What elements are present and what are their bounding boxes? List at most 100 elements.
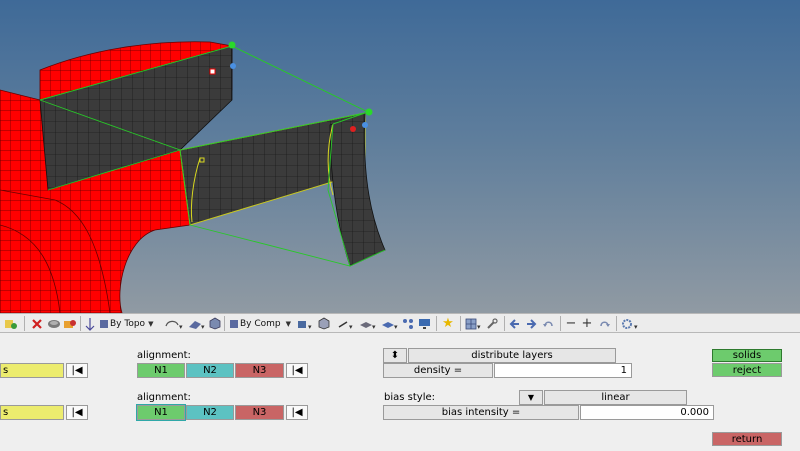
reject-label: reject bbox=[732, 364, 762, 376]
comp-select-label: By Comp bbox=[240, 318, 281, 329]
svg-text:▾: ▾ bbox=[477, 323, 481, 330]
zoom-in-icon[interactable]: + bbox=[580, 316, 594, 331]
mask-icon[interactable] bbox=[46, 316, 62, 331]
nodes-icon[interactable] bbox=[400, 316, 416, 331]
graphics-viewport[interactable] bbox=[0, 0, 800, 313]
svg-text:▾: ▾ bbox=[349, 323, 353, 330]
bias-style-select[interactable]: linear bbox=[544, 390, 687, 405]
element-display-icon[interactable]: ▾ bbox=[295, 316, 315, 331]
zoom-out-icon[interactable]: − bbox=[564, 316, 578, 331]
chevron-down-icon: ▼ bbox=[285, 319, 292, 328]
bias-intensity-field[interactable]: 0.000 bbox=[580, 405, 714, 420]
reset-2-button[interactable]: |◀ bbox=[66, 405, 88, 420]
settings-icon[interactable]: ▾ bbox=[620, 316, 642, 331]
monitor-icon[interactable] bbox=[416, 316, 432, 331]
delete-icon[interactable] bbox=[30, 316, 44, 331]
n2-label: N2 bbox=[203, 365, 217, 376]
alignment-label-2: alignment: bbox=[137, 392, 191, 403]
find-icon[interactable] bbox=[62, 316, 78, 331]
wrench-icon[interactable] bbox=[484, 316, 500, 331]
reset-icon: |◀ bbox=[71, 407, 83, 418]
n3-button-2[interactable]: N3 bbox=[235, 405, 284, 420]
source-selector-label: s bbox=[3, 365, 9, 376]
node-handle-red[interactable] bbox=[350, 126, 356, 132]
line-icon[interactable]: ▾ bbox=[336, 316, 356, 331]
reset-alignment-2-button[interactable]: |◀ bbox=[286, 405, 308, 420]
shaded-view-icon[interactable]: ▾ bbox=[186, 316, 206, 331]
n3-button-1[interactable]: N3 bbox=[235, 363, 284, 378]
chevron-down-icon: ▼ bbox=[527, 393, 535, 402]
mesh-model bbox=[0, 41, 386, 313]
reset-icon: |◀ bbox=[71, 365, 83, 376]
svg-text:▾: ▾ bbox=[634, 323, 638, 330]
density-field[interactable]: 1 bbox=[494, 363, 632, 378]
source-selector-label: s bbox=[3, 407, 9, 418]
forward-arrow-icon[interactable] bbox=[524, 316, 538, 331]
distribute-layers-button[interactable]: distribute layers bbox=[408, 348, 616, 363]
n1-label: N1 bbox=[154, 365, 168, 376]
svg-text:▾: ▾ bbox=[394, 323, 398, 330]
n1-button-1[interactable]: N1 bbox=[137, 363, 185, 378]
distribute-layers-label: distribute layers bbox=[471, 350, 553, 361]
surface-icon[interactable]: ▾ bbox=[380, 316, 400, 331]
return-button[interactable]: return bbox=[712, 432, 782, 446]
redo-icon[interactable] bbox=[596, 316, 612, 331]
reset-alignment-1-button[interactable]: |◀ bbox=[286, 363, 308, 378]
svg-text:▾: ▾ bbox=[308, 323, 312, 330]
node-handle-blue[interactable] bbox=[362, 122, 368, 128]
node-handle-green[interactable] bbox=[365, 108, 373, 116]
solids-label: solids bbox=[732, 350, 762, 361]
node-handle-green[interactable] bbox=[228, 41, 236, 49]
mesh-cube-icon[interactable] bbox=[315, 316, 331, 331]
component-display-icon bbox=[230, 319, 238, 328]
reset-icon: |◀ bbox=[291, 365, 303, 376]
n1-button-2[interactable]: N1 bbox=[136, 404, 186, 421]
bias-intensity-value: 0.000 bbox=[680, 407, 709, 418]
n1-label: N1 bbox=[154, 407, 168, 418]
return-label: return bbox=[731, 433, 763, 445]
comp-display-select[interactable]: By Comp ▼ bbox=[228, 316, 292, 331]
axis-icon[interactable] bbox=[84, 316, 96, 331]
main-toolbar: By Topo ▼ ▾ ▾ By Comp ▼ ▾ ▾ ▾ ▾ ★ ▾ − + … bbox=[0, 313, 800, 333]
topology-icon bbox=[100, 319, 108, 328]
component-icon[interactable] bbox=[2, 316, 20, 331]
svg-text:▾: ▾ bbox=[372, 323, 376, 330]
svg-text:▾: ▾ bbox=[201, 323, 205, 330]
n2-button-2[interactable]: N2 bbox=[186, 405, 234, 420]
density-label: density = bbox=[413, 365, 463, 376]
bias-intensity-label: bias intensity = bbox=[441, 407, 521, 418]
n3-label: N3 bbox=[252, 365, 267, 376]
grid-icon[interactable]: ▾ bbox=[464, 316, 484, 331]
n3-label: N3 bbox=[252, 407, 267, 418]
node-handle-blue[interactable] bbox=[230, 63, 236, 69]
reset-icon: |◀ bbox=[291, 407, 303, 418]
back-arrow-icon[interactable] bbox=[508, 316, 522, 331]
solids-button[interactable]: solids bbox=[712, 349, 782, 362]
topo-display-select[interactable]: By Topo ▼ bbox=[98, 316, 158, 331]
topo-select-label: By Topo bbox=[110, 318, 146, 329]
reject-button[interactable]: reject bbox=[712, 363, 782, 377]
alignment-label-1: alignment: bbox=[137, 350, 191, 361]
star-icon[interactable]: ★ bbox=[440, 316, 456, 331]
distribute-toggle-button[interactable]: ⬍ bbox=[383, 348, 407, 363]
density-value: 1 bbox=[620, 365, 627, 376]
source-selector-1[interactable]: s bbox=[0, 363, 64, 378]
density-button[interactable]: density = bbox=[383, 363, 493, 378]
solid-cube-icon[interactable] bbox=[206, 316, 222, 331]
node-marker[interactable] bbox=[209, 68, 216, 75]
plane-icon[interactable]: ▾ bbox=[358, 316, 378, 331]
n2-button-1[interactable]: N2 bbox=[186, 363, 234, 378]
bias-style-dropdown-button[interactable]: ▼ bbox=[519, 390, 543, 405]
bias-intensity-button[interactable]: bias intensity = bbox=[383, 405, 579, 420]
rotate-view-icon[interactable]: ▾ bbox=[162, 316, 184, 331]
bias-style-label: bias style: bbox=[384, 392, 435, 403]
source-selector-2[interactable]: s bbox=[0, 405, 64, 420]
undo-icon[interactable] bbox=[540, 316, 556, 331]
reset-1-button[interactable]: |◀ bbox=[66, 363, 88, 378]
solid-map-panel: s |◀ alignment: N1 N2 N3 |◀ s |◀ alignme… bbox=[0, 333, 800, 451]
up-down-arrow-icon: ⬍ bbox=[390, 350, 400, 361]
chevron-down-icon: ▼ bbox=[148, 319, 154, 328]
n2-label: N2 bbox=[203, 407, 217, 418]
bias-style-value: linear bbox=[601, 392, 630, 403]
svg-text:▾: ▾ bbox=[179, 323, 183, 330]
